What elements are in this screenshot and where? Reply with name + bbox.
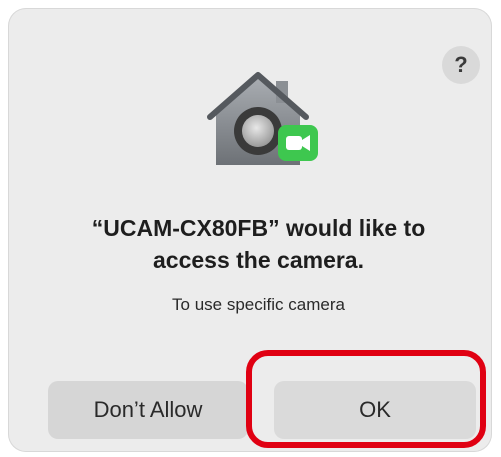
security-house-camera-icon — [206, 65, 326, 177]
dialog-title: “UCAM-CX80FB” would like to access the c… — [28, 212, 489, 276]
dont-allow-label: Don’t Allow — [93, 397, 203, 422]
help-icon: ? — [454, 52, 468, 77]
dialog-message: To use specific camera — [172, 295, 345, 314]
title-line-2: access the camera. — [153, 247, 364, 273]
help-button[interactable]: ? — [442, 46, 480, 84]
app-icon-graphic — [207, 72, 318, 165]
ok-highlight-annotation — [246, 350, 486, 448]
dont-allow-button[interactable]: Don’t Allow — [48, 381, 248, 439]
title-line-1: “UCAM-CX80FB” would like to — [91, 215, 426, 241]
screenshot-stage: ? “UCAM-CX80FB” would like to access the… — [0, 0, 501, 457]
